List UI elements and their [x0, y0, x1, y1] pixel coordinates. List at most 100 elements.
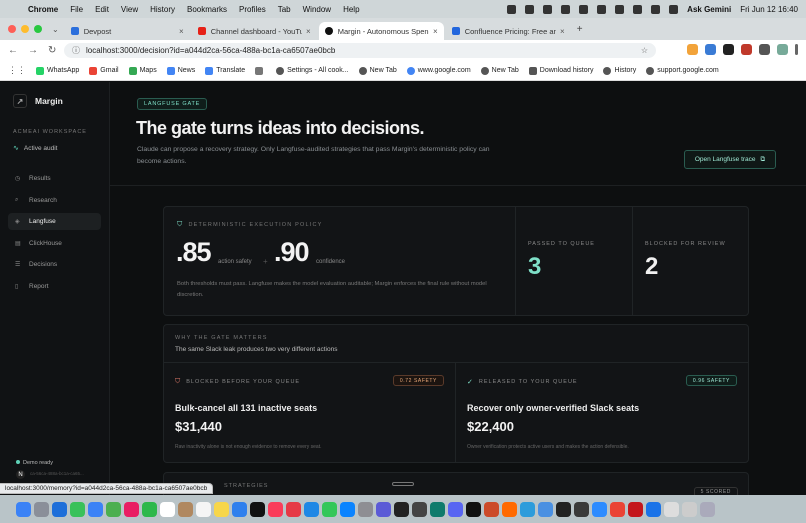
bookmark-maps[interactable]: Maps	[128, 66, 157, 75]
keynote-icon[interactable]	[304, 501, 319, 517]
app-icon[interactable]	[520, 501, 535, 517]
status-icon[interactable]	[507, 4, 517, 14]
bookmark-support[interactable]: support.google.com	[646, 66, 719, 75]
menu-app-name[interactable]: Chrome	[28, 5, 58, 14]
trash-icon[interactable]	[700, 501, 715, 517]
clock[interactable]: Fri Jun 12 16:40	[740, 5, 798, 14]
discord-icon[interactable]	[448, 501, 463, 517]
sidebar-item-research[interactable]: ⌕ Research	[8, 192, 101, 209]
back-icon[interactable]: ←	[8, 45, 18, 56]
status-icon[interactable]	[579, 4, 589, 14]
app-icon[interactable]	[484, 501, 499, 517]
play-icon[interactable]	[597, 4, 607, 14]
bookmark-star-icon[interactable]: ☆	[641, 46, 648, 55]
ask-gemini-button[interactable]: Ask Gemini	[687, 5, 731, 14]
active-audit[interactable]: ∿ Active audit	[13, 144, 57, 153]
extension-icon[interactable]	[741, 44, 752, 55]
app-icon[interactable]	[502, 501, 517, 517]
bookmark-history[interactable]: History	[603, 66, 636, 75]
sidebar-item-langfuse[interactable]: ◈ Langfuse	[8, 213, 101, 230]
moon-icon[interactable]	[543, 4, 553, 14]
close-tab-icon[interactable]: ×	[560, 27, 565, 36]
documents-stack-icon[interactable]	[682, 501, 697, 517]
extensions-puzzle-icon[interactable]	[759, 44, 770, 55]
profile-avatar-icon[interactable]	[777, 44, 788, 55]
app-icon[interactable]	[412, 501, 427, 517]
menu-window[interactable]: Window	[303, 5, 331, 14]
volume-icon[interactable]	[561, 4, 571, 14]
menu-edit[interactable]: Edit	[95, 5, 109, 14]
notes-icon[interactable]	[214, 501, 229, 517]
menu-profiles[interactable]: Profiles	[239, 5, 266, 14]
close-tab-icon[interactable]: ×	[433, 27, 438, 36]
close-tab-icon[interactable]: ×	[306, 27, 311, 36]
bookmark-translate[interactable]: Translate	[205, 66, 245, 75]
notion-icon[interactable]	[556, 501, 571, 517]
app-icon[interactable]	[394, 501, 409, 517]
bookmark-downloads[interactable]: Download history	[528, 66, 593, 75]
close-window-icon[interactable]	[8, 25, 16, 33]
numbers-icon[interactable]	[322, 501, 337, 517]
tab-search-icon[interactable]: ⌄	[52, 25, 59, 34]
app-store-icon[interactable]	[340, 501, 355, 517]
app-icon[interactable]	[574, 501, 589, 517]
menu-view[interactable]: View	[121, 5, 138, 14]
reminders-icon[interactable]	[196, 501, 211, 517]
control-center-icon[interactable]	[669, 4, 679, 14]
open-langfuse-trace-button[interactable]: Open Langfuse trace ⧉	[684, 150, 776, 169]
app-icon[interactable]	[376, 501, 391, 517]
terminal-icon[interactable]	[466, 501, 481, 517]
tab-devpost[interactable]: Devpost ×	[65, 22, 190, 40]
brand[interactable]: ↗ Margin	[13, 94, 63, 108]
system-settings-icon[interactable]	[358, 501, 373, 517]
sidebar-item-results[interactable]: ◷ Results	[8, 170, 101, 187]
bookmark-whatsapp[interactable]: WhatsApp	[36, 66, 79, 75]
extension-icon[interactable]	[705, 44, 716, 55]
app-icon[interactable]	[538, 501, 553, 517]
news-icon[interactable]	[286, 501, 301, 517]
extension-icon[interactable]	[723, 44, 734, 55]
maps-icon[interactable]	[106, 501, 121, 517]
sidebar-item-report[interactable]: ▯ Report	[8, 278, 101, 295]
music-icon[interactable]	[268, 501, 283, 517]
bookmark-gmail[interactable]: Gmail	[89, 66, 119, 75]
tab-youtube[interactable]: Channel dashboard - YouTube ×	[192, 22, 317, 40]
bookmark-new-tab-2[interactable]: New Tab	[480, 66, 519, 75]
app-icon[interactable]	[646, 501, 661, 517]
safari-icon[interactable]	[52, 501, 67, 517]
extension-icon[interactable]	[687, 44, 698, 55]
menu-help[interactable]: Help	[343, 5, 359, 14]
facetime-icon[interactable]	[142, 501, 157, 517]
mail-icon[interactable]	[88, 501, 103, 517]
photos-icon[interactable]	[124, 501, 139, 517]
bookmark-new-tab[interactable]: New Tab	[358, 66, 397, 75]
sidebar-item-decisions[interactable]: ☰ Decisions	[8, 256, 101, 273]
bookmark-home[interactable]	[255, 66, 266, 75]
tab-confluence[interactable]: Confluence Pricing: Free and ×	[446, 22, 571, 40]
new-tab-icon[interactable]: +	[577, 24, 583, 35]
calendar-icon[interactable]	[160, 501, 175, 517]
tv-icon[interactable]	[250, 501, 265, 517]
bookmark-google[interactable]: www.google.com	[406, 66, 471, 75]
launchpad-icon[interactable]	[34, 501, 49, 517]
finder-icon[interactable]	[16, 501, 31, 517]
address-bar[interactable]: ⓘ localhost:3000/decision?id=a044d2ca-56…	[64, 43, 656, 58]
acrobat-icon[interactable]	[628, 501, 643, 517]
status-icon[interactable]	[525, 4, 535, 14]
contacts-icon[interactable]	[178, 501, 193, 517]
forward-icon[interactable]: →	[28, 45, 38, 56]
menu-bookmarks[interactable]: Bookmarks	[187, 5, 227, 14]
chrome-icon[interactable]	[610, 501, 625, 517]
close-tab-icon[interactable]: ×	[179, 27, 184, 36]
search-icon[interactable]	[651, 4, 661, 14]
reload-icon[interactable]: ↻	[48, 45, 56, 56]
wifi-icon[interactable]	[633, 4, 643, 14]
zoom-icon[interactable]	[592, 501, 607, 517]
sidebar-item-clickhouse[interactable]: ▤ ClickHouse	[8, 235, 101, 252]
tab-margin[interactable]: Margin - Autonomous Spend ×	[318, 22, 444, 40]
menu-history[interactable]: History	[150, 5, 175, 14]
menu-tab[interactable]: Tab	[278, 5, 291, 14]
menu-file[interactable]: File	[70, 5, 83, 14]
app-icon[interactable]	[430, 501, 445, 517]
demo-status[interactable]: Demo ready N ca-56ca-488a-bc1a-ca65...	[8, 455, 101, 484]
